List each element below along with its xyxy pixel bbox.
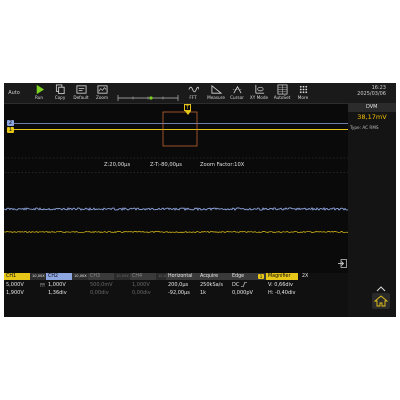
run-button[interactable]: Run: [32, 84, 46, 102]
ch1-zoom-trace: [4, 230, 348, 234]
sample-rate[interactable]: 250kSa/s: [200, 282, 223, 288]
more-label: More: [297, 95, 309, 100]
copy-icon: [55, 84, 65, 95]
ch4-offset[interactable]: 0,00div: [132, 290, 151, 296]
datetime: 16:23 2025/03/06: [357, 85, 386, 97]
overview-window: [4, 103, 348, 159]
rising-edge-icon: [240, 282, 247, 287]
timebase-position-slider[interactable]: [116, 88, 180, 101]
edge-source-badge: 1: [258, 274, 264, 279]
edge-settings[interactable]: DC: [232, 282, 247, 288]
cursor-icon: [232, 85, 242, 94]
dvm-value: 38,17mV: [357, 113, 387, 121]
more-button[interactable]: More: [296, 84, 310, 102]
ch1-offset[interactable]: 1,900V: [6, 290, 24, 296]
slider-track-icon: [117, 95, 179, 101]
ch4-header[interactable]: CH4: [130, 273, 156, 280]
magnifier-horizontal[interactable]: H: -0,40div: [268, 290, 296, 296]
measure-icon: [211, 84, 222, 94]
fft-icon: [188, 86, 199, 93]
zoom-label: Zoom: [95, 95, 109, 100]
play-icon: [36, 84, 44, 95]
zoom-factor-label: Zoom Factor:10X: [200, 162, 245, 168]
ch2-marker[interactable]: 2: [7, 120, 14, 126]
home-button[interactable]: [372, 293, 390, 309]
dvm-type: Type: AC RMS: [350, 125, 379, 130]
oscilloscope-screen: Auto Run Copy Default Zoom FFT Measure C…: [4, 83, 396, 317]
ch1-scale[interactable]: 5,000V: [6, 282, 24, 288]
copy-button[interactable]: Copy: [52, 84, 68, 102]
zoom-button[interactable]: Zoom: [94, 84, 110, 102]
magnifier-vertical[interactable]: V: 0,66div: [268, 282, 293, 288]
memory-depth[interactable]: 1k: [200, 290, 206, 296]
xy-mode-button[interactable]: XY Mode: [248, 84, 270, 102]
fft-button[interactable]: FFT: [184, 84, 202, 102]
measure-button[interactable]: Measure: [206, 84, 226, 102]
cursor-button[interactable]: Cursor: [228, 84, 246, 102]
ch3-scale[interactable]: 500,0mV: [90, 282, 113, 288]
fft-label: FFT: [189, 95, 197, 100]
ch3-probe: 10,00X: [114, 273, 130, 280]
acquire-header[interactable]: Acquire: [198, 273, 230, 280]
ch3-offset[interactable]: 0,00div: [90, 290, 109, 296]
xy-mode-icon: [254, 84, 264, 94]
ch1-probe: 10,00X: [30, 273, 46, 280]
ch2-offset[interactable]: 1,36div: [48, 290, 67, 296]
ch2-header[interactable]: CH2: [46, 273, 72, 280]
more-grid-icon: [299, 85, 307, 94]
toolbar: Auto Run Copy Default Zoom FFT Measure C…: [4, 83, 396, 103]
copy-label: Copy: [54, 95, 66, 100]
trigger-arrow-icon: [185, 111, 191, 115]
zoom-time-label: Z:20,00µs: [104, 162, 131, 168]
trigger-coupling: DC: [232, 282, 240, 288]
trigger-marker[interactable]: T: [184, 104, 191, 111]
exit-zoom-icon[interactable]: [338, 259, 347, 268]
right-panel: DVM 38,17mV Type: AC RMS: [348, 103, 396, 317]
home-icon: [372, 293, 390, 309]
cursor-label: Cursor: [230, 95, 244, 100]
default-icon: [76, 85, 86, 94]
autoset-label: AutoSet: [273, 95, 291, 100]
ch4-scale[interactable]: 1,000V: [132, 282, 150, 288]
dvm-title[interactable]: DVM: [348, 103, 396, 112]
ch3-header[interactable]: CH3: [88, 273, 114, 280]
ch1-header[interactable]: CH1: [4, 273, 30, 280]
dc-coupling-icon: [40, 283, 45, 287]
ch2-scale[interactable]: 1,000V: [48, 282, 66, 288]
timebase[interactable]: 200,0µs: [168, 282, 188, 288]
magnifier-factor[interactable]: 2X: [300, 273, 314, 280]
default-label: Default: [73, 95, 89, 100]
xy-mode-label: XY Mode: [249, 95, 269, 100]
waveform-area[interactable]: T 2 1 Z:20,00µs Z-T:-80,00µs Zoom Factor…: [4, 103, 348, 273]
measure-label: Measure: [207, 95, 225, 100]
chevron-up-icon[interactable]: [376, 286, 386, 292]
run-label: Run: [34, 95, 44, 100]
autoset-button[interactable]: AutoSet: [272, 84, 292, 102]
edge-source-cell: 1: [256, 273, 266, 280]
zoomed-window: [4, 172, 348, 234]
edge-header[interactable]: Edge: [230, 273, 256, 280]
auto-button[interactable]: Auto: [6, 87, 22, 99]
horizontal-header[interactable]: Horizontal: [166, 273, 198, 280]
horizontal-position[interactable]: -92,00µs: [168, 290, 190, 296]
ch2-probe: 10,00X: [72, 273, 88, 280]
trigger-level[interactable]: 0,000pV: [232, 290, 253, 296]
autoset-icon: [277, 84, 287, 95]
zoom-icon: [97, 85, 107, 94]
ch2-zoom-trace: [4, 207, 348, 211]
ch1-marker[interactable]: 1: [7, 126, 14, 133]
clock-date: 2025/03/06: [357, 91, 386, 97]
magnifier-header[interactable]: Magnifier: [266, 273, 298, 280]
status-bar: CH1 10,00X CH2 10,00X CH3 10,00X CH4 10,…: [4, 273, 348, 317]
default-button[interactable]: Default: [72, 84, 90, 102]
zoom-offset-label: Z-T:-80,00µs: [150, 162, 182, 168]
ch4-probe: 10,00X: [156, 273, 166, 280]
